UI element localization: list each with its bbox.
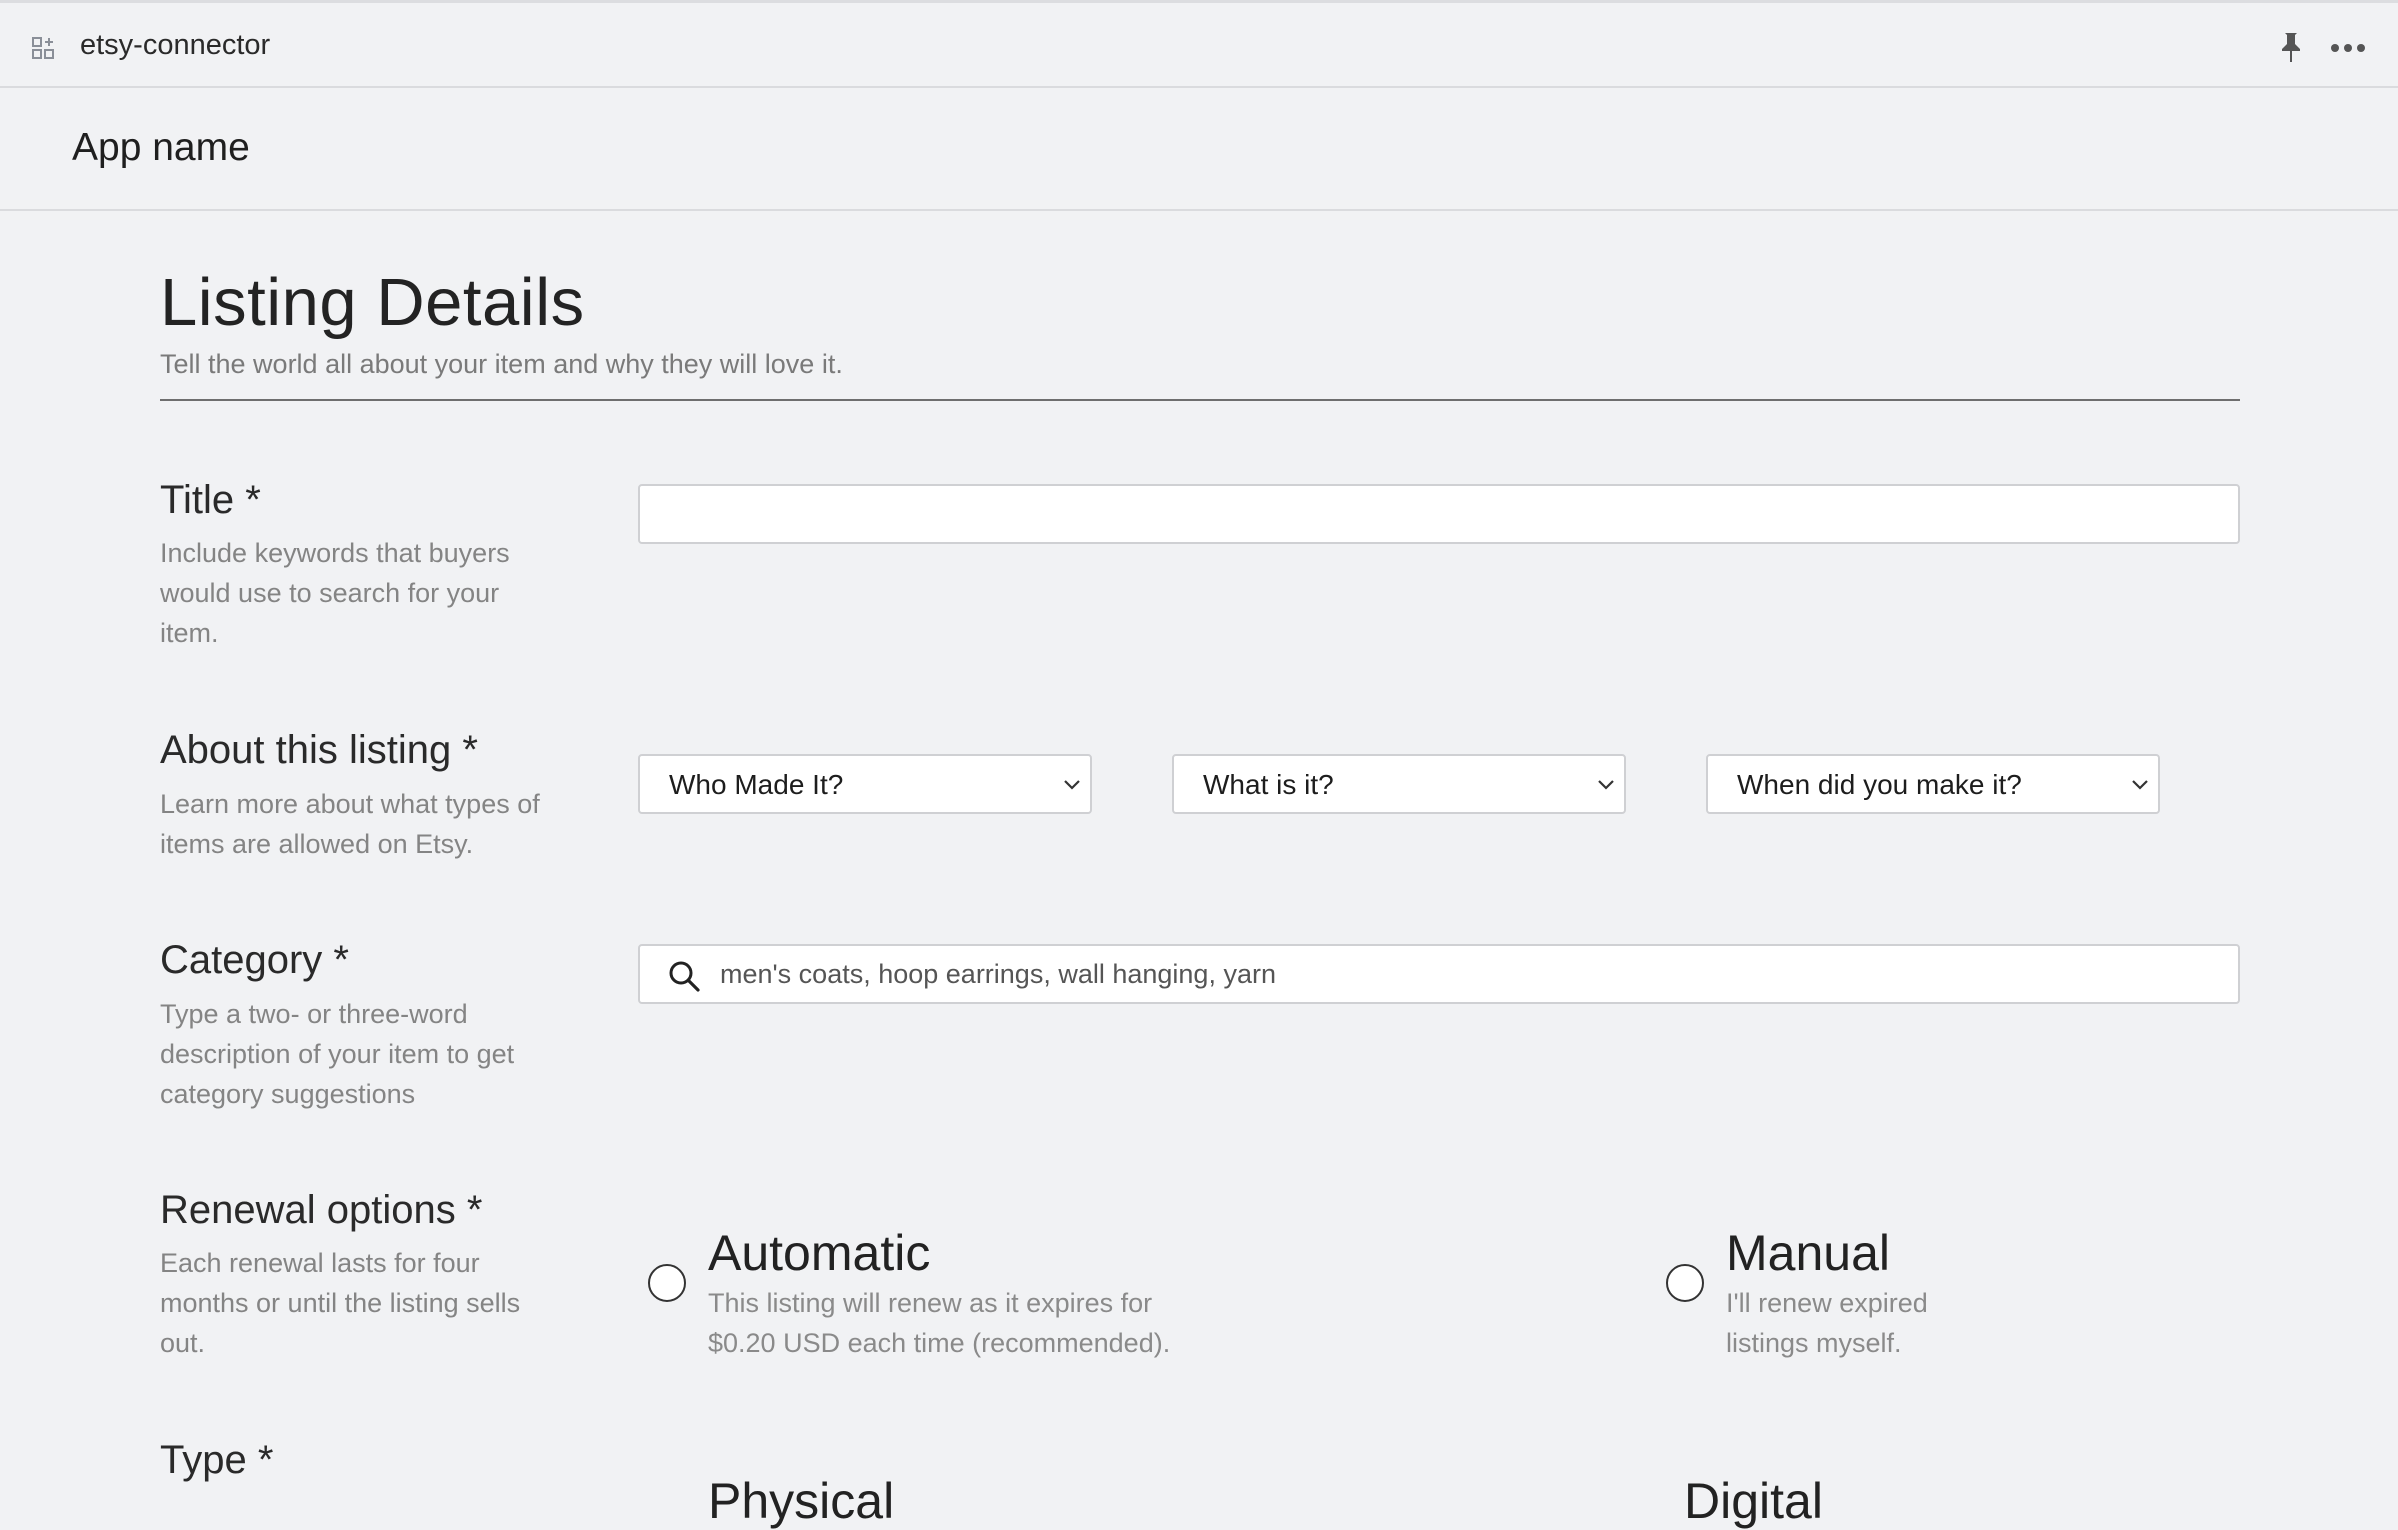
chevron-down-icon [2132, 780, 2148, 790]
page-subtitle: Tell the world all about your item and w… [160, 349, 843, 379]
search-icon [669, 961, 700, 992]
what-is-it-select[interactable]: What is it? [1172, 754, 1626, 814]
title-description: Include keywords that buyers would use t… [160, 538, 510, 648]
app-header: App name [0, 88, 2398, 211]
renewal-automatic-description: This listing will renew as it expires fo… [708, 1288, 1171, 1358]
renewal-manual-title: Manual [1726, 1225, 1890, 1281]
type-physical-title[interactable]: Physical [708, 1472, 894, 1530]
window-title: etsy-connector [80, 29, 271, 61]
when-made-value: When did you make it? [1737, 769, 2022, 800]
who-made-value: Who Made It? [669, 769, 844, 800]
page-title: Listing Details [160, 265, 585, 340]
title-input[interactable] [638, 484, 2240, 544]
window-titlebar: etsy-connector [0, 3, 2398, 88]
when-made-select[interactable]: When did you make it? [1706, 754, 2160, 814]
what-is-it-value: What is it? [1203, 769, 1334, 800]
category-placeholder: men's coats, hoop earrings, wall hanging… [720, 959, 1276, 989]
who-made-select[interactable]: Who Made It? [638, 754, 1092, 814]
more-icon[interactable] [2330, 33, 2366, 63]
app-name: App name [72, 126, 250, 169]
about-description: Learn more about what types of items are… [160, 789, 540, 859]
title-label: Title * [160, 478, 261, 522]
category-search-input[interactable]: men's coats, hoop earrings, wall hanging… [638, 944, 2240, 1004]
type-label: Type * [160, 1438, 274, 1482]
pin-icon[interactable] [2278, 31, 2304, 63]
header-divider [160, 399, 2240, 401]
renewal-automatic-title: Automatic [708, 1225, 931, 1281]
category-description: Type a two- or three-word description of… [160, 999, 515, 1109]
about-label: About this listing * [160, 728, 478, 772]
renewal-automatic-radio[interactable] [648, 1264, 686, 1302]
renewal-manual-radio[interactable] [1666, 1264, 1704, 1302]
renewal-description: Each renewal lasts for four months or un… [160, 1248, 521, 1358]
chevron-down-icon [1064, 780, 1080, 790]
category-label: Category * [160, 938, 349, 982]
renewal-label: Renewal options * [160, 1188, 483, 1232]
renewal-manual-description: I'll renew expired listings myself. [1726, 1288, 1928, 1358]
grid-icon [32, 37, 54, 59]
chevron-down-icon [1598, 780, 1614, 790]
type-digital-title[interactable]: Digital [1684, 1472, 1823, 1530]
